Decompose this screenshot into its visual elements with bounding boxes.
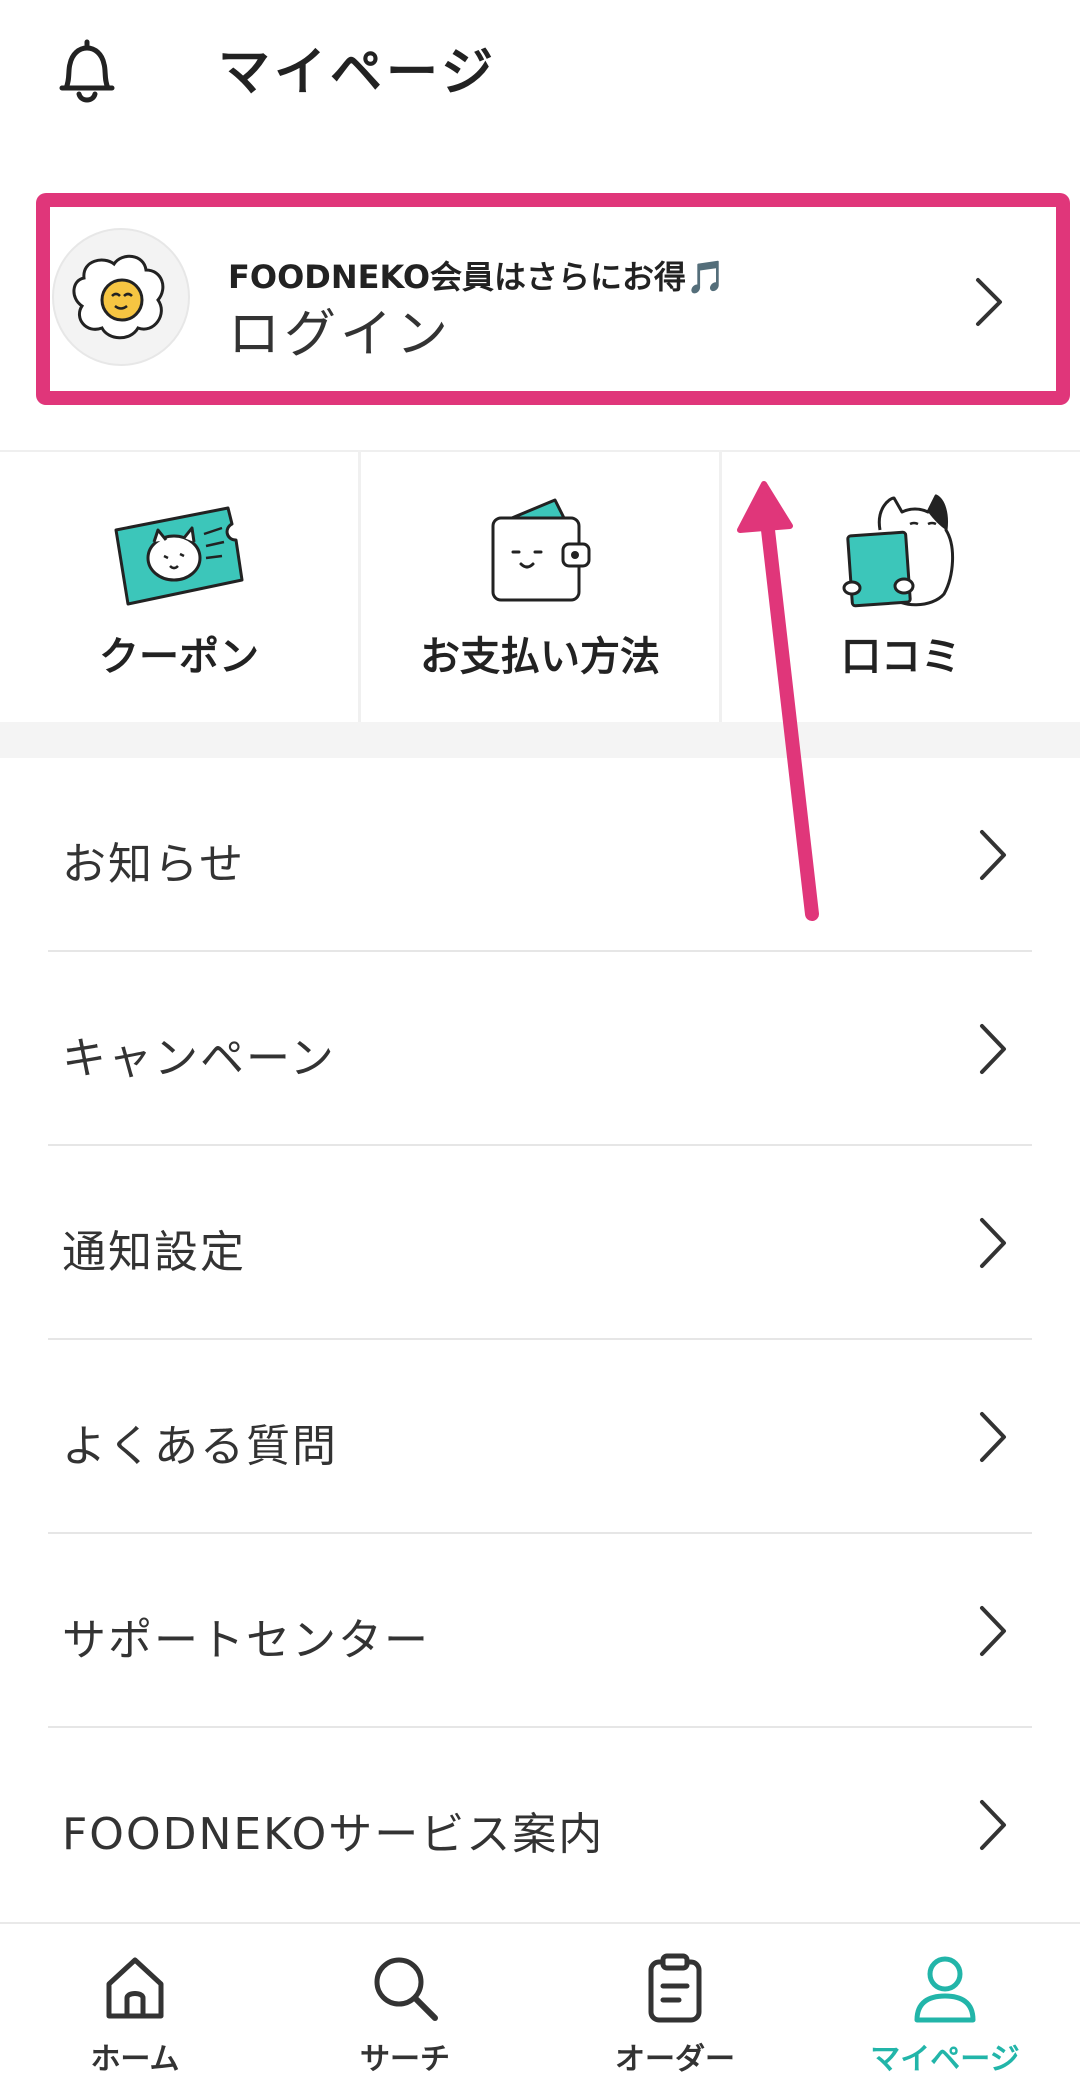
search-icon [374, 1957, 438, 2021]
menu-item-news[interactable]: お知らせ [48, 758, 1032, 952]
chevron-right-icon [980, 1800, 1006, 1850]
menu-item-label: 通知設定 [62, 1227, 246, 1278]
tab-label: オーダー [615, 2042, 735, 2077]
bottom-tab-bar: ホーム サーチ オーダー マイページ [0, 1922, 1080, 2096]
coupon-cat-icon [114, 506, 244, 606]
wallet-icon [491, 498, 591, 602]
menu-item-label: FOODNEKOサービス案内 [62, 1809, 605, 1860]
tab-home[interactable]: ホーム [0, 1924, 270, 2096]
chevron-right-icon [980, 830, 1006, 880]
shortcut-grid: クーポン お支払い方法 口コミ [0, 450, 1080, 724]
avatar [52, 228, 190, 366]
menu-item-support-center[interactable]: サポートセンター [48, 1534, 1032, 1728]
menu-item-label: キャンペーン [62, 1033, 336, 1084]
fried-egg-icon [72, 254, 165, 340]
annotation-arrow [737, 481, 819, 921]
review-cat-icon [842, 494, 955, 608]
home-icon [106, 1957, 164, 2019]
shortcut-label: お支払い方法 [420, 634, 660, 680]
clipboard-icon [648, 1953, 702, 2023]
shortcut-coupon[interactable]: クーポン [0, 452, 358, 724]
login-label[interactable]: ログイン [228, 292, 452, 367]
tab-order[interactable]: オーダー [540, 1924, 810, 2096]
header: マイページ [0, 0, 1080, 140]
menu-item-label: お知らせ [62, 839, 246, 890]
tab-label: ホーム [90, 2042, 180, 2077]
section-gap [0, 722, 1080, 758]
tab-label: サーチ [360, 2042, 450, 2077]
tab-label: マイページ [870, 2042, 1020, 2077]
menu-item-campaign[interactable]: キャンペーン [48, 952, 1032, 1146]
bell-icon[interactable] [52, 36, 122, 106]
tab-search[interactable]: サーチ [270, 1924, 540, 2096]
menu-item-label: サポートセンター [62, 1615, 430, 1666]
menu-item-notification-settings[interactable]: 通知設定 [48, 1146, 1032, 1340]
chevron-right-icon [980, 1606, 1006, 1656]
chevron-right-icon[interactable] [968, 272, 1008, 332]
shortcut-label: クーポン [99, 634, 259, 680]
page-title: マイページ [218, 43, 497, 103]
menu-item-service-guide[interactable]: FOODNEKOサービス案内 [48, 1728, 1032, 1922]
user-icon [914, 1956, 976, 2023]
tab-mypage[interactable]: マイページ [810, 1924, 1080, 2096]
chevron-right-icon [980, 1412, 1006, 1462]
chevron-right-icon [980, 1024, 1006, 1074]
shortcut-payment[interactable]: お支払い方法 [361, 452, 719, 724]
menu-item-faq[interactable]: よくある質問 [48, 1340, 1032, 1534]
menu-item-label: よくある質問 [62, 1421, 338, 1472]
chevron-right-icon [980, 1218, 1006, 1268]
login-card[interactable] [36, 193, 1070, 405]
divider [358, 450, 361, 722]
